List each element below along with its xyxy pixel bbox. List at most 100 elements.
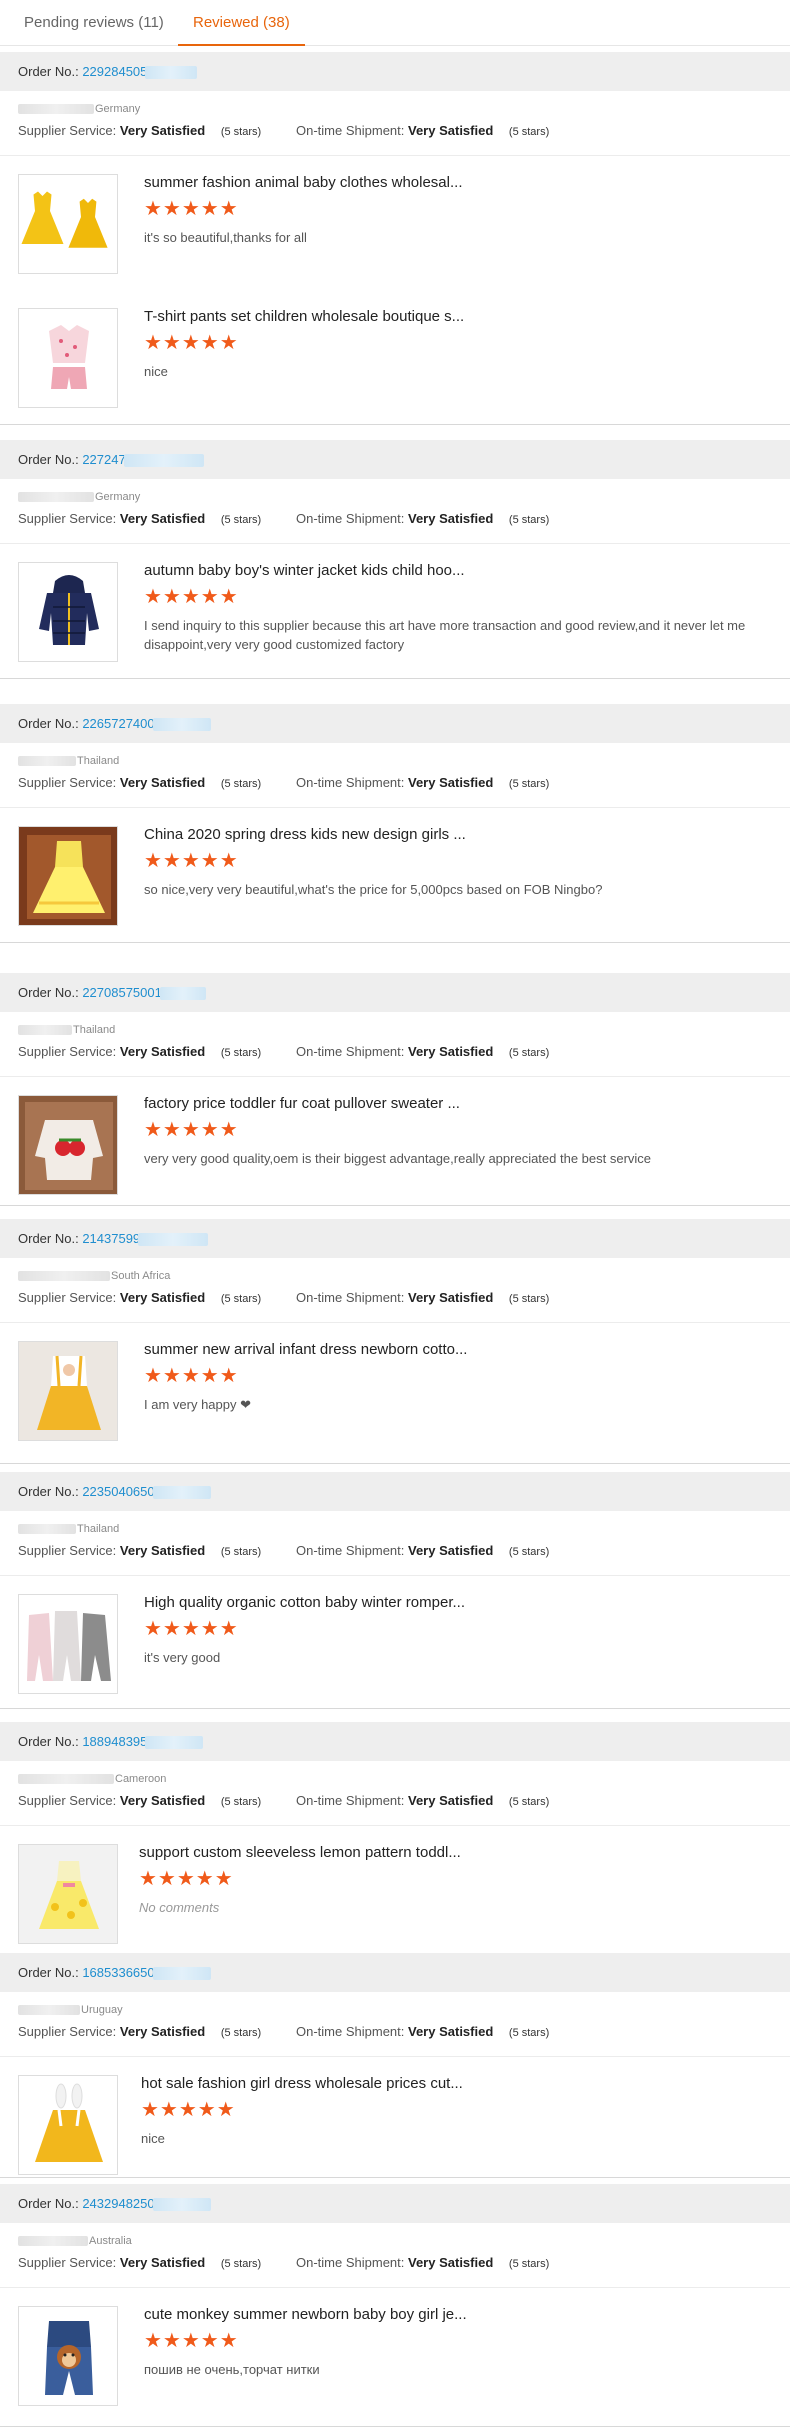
shipment-label: On-time Shipment: (296, 775, 405, 790)
product-title[interactable]: China 2020 spring dress kids new design … (144, 826, 466, 843)
review-tabs: Pending reviews (11) Reviewed (38) (0, 0, 790, 46)
redacted-blur (145, 1736, 204, 1750)
shipment-rating: On-time Shipment: Very Satisfied (5 star… (296, 1278, 549, 1319)
order-card: Order No.: 227247 Germany Supplier Servi… (0, 440, 790, 679)
product-title[interactable]: summer fashion animal baby clothes whole… (144, 174, 463, 191)
product-thumbnail[interactable] (18, 1844, 118, 1944)
redacted-blur (145, 66, 198, 80)
order-no-link[interactable]: 227247 (82, 452, 125, 467)
supplier-service-stars: (5 stars) (220, 2027, 262, 2039)
product-thumbnail[interactable] (18, 308, 118, 408)
product-title[interactable]: factory price toddler fur coat pullover … (144, 1095, 460, 1112)
supplier-service-value: Very Satisfied (119, 1044, 206, 1059)
tab-pending-reviews[interactable]: Pending reviews (11) (24, 0, 164, 46)
supplier-service-label: Supplier Service: (18, 123, 117, 138)
order-card: Order No.: 2432948250 Australia Supplier… (0, 2184, 790, 2427)
shipment-rating: On-time Shipment: Very Satisfied (5 star… (296, 1032, 549, 1073)
product-title[interactable]: High quality organic cotton baby winter … (144, 1594, 465, 1611)
shipment-value: Very Satisfied (408, 1044, 494, 1059)
supplier-country: Thailand (18, 1012, 772, 1036)
product-title[interactable]: support custom sleeveless lemon pattern … (139, 1844, 461, 1861)
order-no-link[interactable]: 2432948250 (82, 2196, 154, 2211)
order-no-link[interactable]: 1685336650 (82, 1965, 154, 1980)
shipment-stars: (5 stars) (508, 1293, 550, 1305)
product-title[interactable]: hot sale fashion girl dress wholesale pr… (141, 2075, 463, 2092)
rating-row: Supplier Service: Very Satisfied (5 star… (18, 1278, 772, 1322)
order-header: Order No.: 22708575001 (0, 973, 790, 1012)
order-no-link[interactable]: 188948395 (82, 1734, 147, 1749)
shipment-label: On-time Shipment: (296, 1044, 405, 1059)
star-rating: ★★★★★ (139, 1868, 234, 1890)
product-thumbnail[interactable] (18, 2306, 118, 2406)
order-card: Order No.: 2265727400 Thailand Supplier … (0, 704, 790, 943)
supplier-service-label: Supplier Service: (18, 2255, 117, 2270)
rating-row: Supplier Service: Very Satisfied (5 star… (18, 2243, 772, 2287)
review-item: cute monkey summer newborn baby boy girl… (0, 2288, 790, 2426)
order-no-link[interactable]: 2265727400 (82, 716, 154, 731)
order-no-link[interactable]: 21437599 (82, 1231, 140, 1246)
product-thumbnail[interactable] (18, 2075, 118, 2175)
review-comment: nice (141, 2131, 165, 2146)
shipment-stars: (5 stars) (508, 778, 550, 790)
product-thumbnail[interactable] (18, 826, 118, 926)
shipment-label: On-time Shipment: (296, 511, 405, 526)
order-card: Order No.: 21437599 South Africa Supplie… (0, 1219, 790, 1464)
shipment-rating: On-time Shipment: Very Satisfied (5 star… (296, 499, 549, 540)
supplier-service-stars: (5 stars) (220, 126, 262, 138)
order-no-link[interactable]: 22708575001 (82, 985, 162, 1000)
product-title[interactable]: summer new arrival infant dress newborn … (144, 1341, 467, 1358)
supplier-rating: Germany Supplier Service: Very Satisfied… (0, 479, 790, 544)
shipment-rating: On-time Shipment: Very Satisfied (5 star… (296, 111, 549, 152)
supplier-country: Australia (18, 2223, 772, 2247)
shipment-value: Very Satisfied (408, 511, 494, 526)
rating-row: Supplier Service: Very Satisfied (5 star… (18, 1781, 772, 1825)
order-header: Order No.: 229284505 (0, 52, 790, 91)
review-comment: very very good quality,oem is their bigg… (144, 1151, 652, 1166)
product-thumbnail[interactable] (18, 562, 118, 662)
product-thumbnail[interactable] (18, 174, 118, 274)
product-thumbnail[interactable] (18, 1594, 118, 1694)
order-no-link[interactable]: 2235040650 (82, 1484, 154, 1499)
strawberry-sweater-icon (19, 1096, 117, 1194)
yellow-dress-set-icon (19, 175, 117, 273)
product-title[interactable]: cute monkey summer newborn baby boy girl… (144, 2306, 467, 2323)
shipment-value: Very Satisfied (408, 2255, 494, 2270)
supplier-service-value: Very Satisfied (119, 511, 206, 526)
shipment-label: On-time Shipment: (296, 1793, 405, 1808)
star-rating: ★★★★★ (144, 850, 239, 872)
shipment-rating: On-time Shipment: Very Satisfied (5 star… (296, 2243, 549, 2284)
shipment-value: Very Satisfied (408, 2024, 494, 2039)
shipment-value: Very Satisfied (408, 775, 494, 790)
supplier-country: South Africa (18, 1258, 772, 1282)
order-no-link[interactable]: 229284505 (82, 64, 147, 79)
shipment-rating: On-time Shipment: Very Satisfied (5 star… (296, 763, 549, 804)
order-no-label: Order No.: (18, 1484, 79, 1499)
shipment-label: On-time Shipment: (296, 2255, 405, 2270)
supplier-country: Germany (18, 479, 772, 503)
product-title[interactable]: T-shirt pants set children wholesale bou… (144, 308, 464, 325)
redacted-blur (152, 718, 211, 732)
shipment-label: On-time Shipment: (296, 2024, 405, 2039)
shipment-value: Very Satisfied (408, 1290, 494, 1305)
shipment-rating: On-time Shipment: Very Satisfied (5 star… (296, 2012, 549, 2053)
order-card: Order No.: 229284505 Germany Supplier Se… (0, 52, 790, 425)
order-card: Order No.: 1685336650 Uruguay Supplier S… (0, 1953, 790, 2178)
supplier-rating: Australia Supplier Service: Very Satisfi… (0, 2223, 790, 2288)
product-title[interactable]: autumn baby boy's winter jacket kids chi… (144, 562, 465, 579)
review-comment: No comments (139, 1900, 220, 1915)
review-item: summer new arrival infant dress newborn … (0, 1323, 790, 1463)
tab-reviewed[interactable]: Reviewed (38) (178, 0, 305, 46)
supplier-service-value: Very Satisfied (119, 1543, 206, 1558)
shipment-stars: (5 stars) (508, 1796, 550, 1808)
order-header: Order No.: 2235040650 (0, 1472, 790, 1511)
product-thumbnail[interactable] (18, 1095, 118, 1195)
order-no-label: Order No.: (18, 2196, 79, 2211)
order-header: Order No.: 21437599 (0, 1219, 790, 1258)
supplier-service-value: Very Satisfied (119, 2024, 206, 2039)
product-thumbnail[interactable] (18, 1341, 118, 1441)
order-card: Order No.: 22708575001 Thailand Supplier… (0, 973, 790, 1206)
supplier-rating: Thailand Supplier Service: Very Satisfie… (0, 1511, 790, 1576)
supplier-rating: Germany Supplier Service: Very Satisfied… (0, 91, 790, 156)
shipment-value: Very Satisfied (408, 123, 494, 138)
star-rating: ★★★★★ (144, 198, 239, 220)
